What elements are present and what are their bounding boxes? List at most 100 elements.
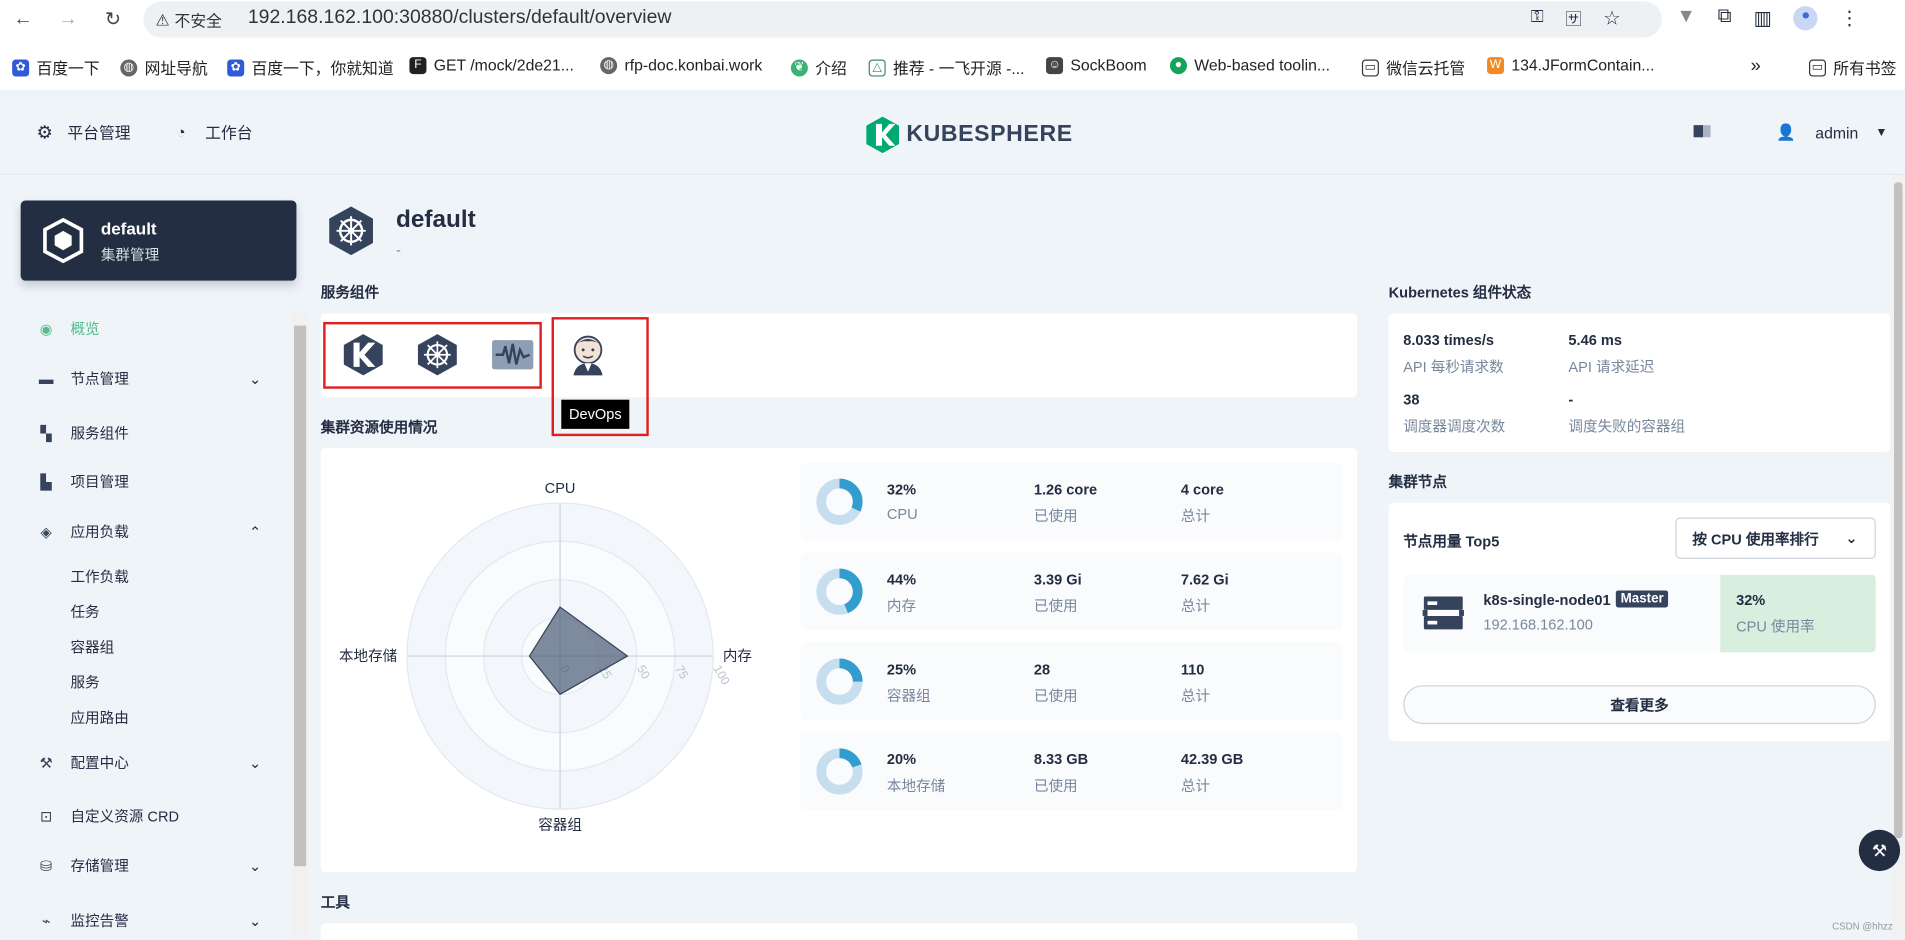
kubernetes-helm-icon: [329, 206, 373, 256]
cluster-card[interactable]: default 集群管理: [20, 200, 297, 281]
key-icon[interactable]: ⚿: [1531, 6, 1544, 30]
platform-nav[interactable]: ⚙ 平台管理: [36, 120, 130, 143]
api-latency-value: 5.46 ms: [1568, 331, 1622, 349]
back-icon[interactable]: ←: [9, 5, 38, 34]
chevron-down-icon: ⌄: [1845, 529, 1858, 547]
memory-usage-ring: [816, 568, 863, 615]
node-sort-select[interactable]: 按 CPU 使用率排行 ⌄: [1675, 517, 1876, 559]
triangle-icon: △: [868, 58, 886, 76]
sidebar-item-monitoring[interactable]: ⌁ 监控告警 ⌄: [36, 910, 261, 931]
page-description: -: [396, 241, 401, 259]
star-icon[interactable]: ☆: [1603, 6, 1620, 30]
url-text[interactable]: 192.168.162.100:30880/clusters/default/o…: [248, 7, 672, 29]
security-indicator[interactable]: ⚠ 不安全: [156, 9, 222, 32]
bookmark-overflow[interactable]: »: [1751, 56, 1761, 77]
sidebar-item-overview[interactable]: ◉ 概览: [36, 318, 261, 339]
node-card[interactable]: k8s-single-node01 Master 192.168.162.100…: [1403, 574, 1876, 653]
sidebar-item-config[interactable]: ⚒ 配置中心 ⌄: [36, 752, 262, 773]
baidu-icon: ✿: [227, 58, 245, 76]
sidebar-subitem-services[interactable]: 服务: [70, 672, 99, 693]
bookmark-4[interactable]: ◍ rfp-doc.konbai.work: [600, 56, 762, 74]
kubesphere-logo[interactable]: KUBESPHERE: [866, 116, 1073, 154]
sidebar-subitem-jobs[interactable]: 任务: [70, 601, 99, 622]
sidebar-item-storage[interactable]: ⛁ 存储管理 ⌄: [36, 855, 261, 876]
caret-down-icon: ▼: [1875, 125, 1888, 140]
bookmark-2[interactable]: ✿ 百度一下，你就知道: [227, 56, 394, 79]
sidebar-item-workloads[interactable]: ◈ 应用负载 ⌃: [36, 521, 262, 542]
sidebar-item-nodes[interactable]: ▬ 节点管理 ⌄: [36, 368, 261, 389]
workbench-nav[interactable]: ◔ 工作台: [176, 120, 252, 143]
bookmark-6[interactable]: △ 推荐 - 一飞开源 -...: [868, 56, 1025, 79]
sidebar-subitem-pods[interactable]: 容器组: [70, 637, 114, 658]
sidebar-scroll-thumb[interactable]: [294, 325, 307, 867]
sidebar-subitem-workload[interactable]: 工作负载: [70, 566, 128, 587]
cluster-subtitle: 集群管理: [100, 246, 160, 264]
devops-tooltip: DevOps: [561, 399, 630, 429]
chevron-down-icon: ⌄: [248, 857, 262, 875]
bookmark-5[interactable]: ❦ 介绍: [790, 56, 847, 79]
tools-panel: [320, 923, 1358, 940]
dashboard-icon: ◉: [39, 320, 53, 338]
toolbox-fab[interactable]: ⚒: [1858, 829, 1901, 872]
bookmark-10[interactable]: W 134.JFormContain...: [1487, 56, 1654, 74]
w-icon: W: [1487, 56, 1505, 74]
sidebar-item-components[interactable]: ▚ 服务组件: [36, 423, 261, 444]
k8s-status-title: Kubernetes 组件状态: [1388, 284, 1532, 302]
leaf-icon: ❦: [790, 58, 808, 76]
dashboard-icon: ◔: [176, 122, 186, 141]
profile-icon[interactable]: ●: [1793, 6, 1818, 31]
bookmark-9[interactable]: ▭ 微信云托管: [1361, 56, 1465, 79]
scheduler-count-label: 调度器调度次数: [1403, 417, 1506, 435]
terminal-icon: F: [409, 56, 427, 74]
robot-icon: ☺: [1046, 56, 1064, 74]
all-bookmarks[interactable]: ▭ 所有书签: [1808, 56, 1896, 79]
bookmark-3[interactable]: F GET /mock/2de21...: [409, 56, 574, 74]
bookmark-1[interactable]: ◍ 网址导航: [120, 56, 208, 79]
page-title: default: [396, 206, 476, 234]
failed-pods-value: -: [1568, 391, 1574, 409]
bookmark-8[interactable]: ● Web-based toolin...: [1169, 56, 1330, 74]
node-cpu-usage: 32% CPU 使用率: [1720, 574, 1876, 653]
extension-v-icon[interactable]: ▼: [1677, 6, 1696, 30]
cluster-name: default: [100, 218, 157, 239]
green-circle-icon: ●: [1169, 56, 1187, 74]
crd-icon: ⊡: [40, 807, 53, 825]
chevron-down-icon: ⌄: [248, 369, 262, 387]
chevron-down-icon: ⌄: [248, 753, 262, 771]
chevron-down-icon: ⌄: [248, 911, 262, 929]
page-scroll-thumb[interactable]: [1894, 182, 1903, 839]
hammer-icon: ⚒: [39, 753, 53, 771]
sidepanel-icon[interactable]: ▥: [1753, 6, 1771, 30]
user-menu[interactable]: 👤 admin ▼: [1776, 123, 1887, 142]
server-node-icon: [1422, 596, 1464, 630]
hammer-icon: ⚒: [1871, 840, 1888, 860]
components-icon: ▚: [40, 424, 52, 442]
radar-axis-label-pods: 容器组: [538, 817, 582, 834]
warning-icon: ⚠: [155, 10, 170, 29]
radar-tick-label: 100: [711, 663, 733, 688]
reload-icon[interactable]: ↻: [98, 5, 127, 34]
notification-icon[interactable]: [1693, 125, 1711, 138]
puzzle-icon[interactable]: ⧉: [1718, 6, 1732, 30]
globe-icon: ◍: [120, 58, 138, 76]
resource-row-cpu: 32% CPU 1.26 core 已使用 4 core 总计: [800, 462, 1343, 541]
node-name[interactable]: k8s-single-node01: [1483, 592, 1610, 609]
folder-icon: ▭: [1361, 58, 1379, 76]
cluster-cube-icon: [43, 217, 84, 264]
bookmark-0[interactable]: ✿ 百度一下: [12, 56, 100, 79]
cpu-usage-ring: [816, 478, 863, 525]
sidebar-subitem-routes[interactable]: 应用路由: [70, 707, 128, 728]
view-more-button[interactable]: 查看更多: [1403, 685, 1876, 725]
sidebar-item-crd[interactable]: ⊡ 自定义资源 CRD: [36, 805, 261, 826]
translate-icon[interactable]: 🈂: [1566, 6, 1582, 30]
menu-icon[interactable]: ⋮: [1840, 6, 1859, 30]
globe-icon: ◍: [600, 56, 618, 74]
sidebar-item-projects[interactable]: ▙ 项目管理: [36, 471, 261, 492]
radar-axis-label-cpu: CPU: [545, 481, 576, 497]
resource-radar-chart: 0255075100 CPU 内存 容器组 本地存储: [339, 481, 752, 834]
folder-icon: ▭: [1808, 58, 1826, 76]
bookmark-7[interactable]: ☺ SockBoom: [1046, 56, 1147, 74]
node-ip: 192.168.162.100: [1483, 615, 1593, 633]
browser-chrome: ← → ↻ ⚠ 不安全 192.168.162.100:30880/cluste…: [0, 0, 1905, 90]
forward-icon[interactable]: →: [53, 5, 82, 34]
